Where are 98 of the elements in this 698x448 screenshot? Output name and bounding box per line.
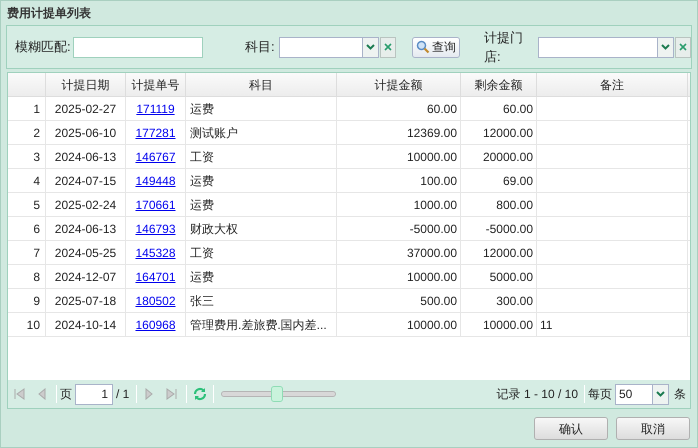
- link[interactable]: 171119: [136, 100, 175, 118]
- refresh-icon[interactable]: [192, 386, 208, 402]
- first-page-icon[interactable]: [12, 387, 26, 401]
- row-number: 10: [26, 316, 40, 334]
- row-number: 1: [33, 100, 40, 118]
- link[interactable]: 146767: [135, 148, 176, 166]
- table-cell-text: 2025-06-10: [54, 124, 116, 142]
- next-page-icon[interactable]: [144, 387, 154, 401]
- table-cell-text: 800.00: [496, 196, 533, 214]
- table-cell-text: 500.00: [420, 292, 457, 310]
- table-cell-text: 10000.00: [406, 148, 457, 166]
- table-cell-text: 10000.00: [406, 316, 457, 334]
- dropdown-field[interactable]: [279, 36, 379, 58]
- table-cell-text: 11: [540, 316, 552, 334]
- table-cell-text: 管理费用.差旅费.国内差...: [190, 316, 327, 334]
- table-cell-text: 300.00: [496, 292, 533, 310]
- link[interactable]: 145328: [135, 244, 176, 262]
- table-cell-text: 测试账户: [190, 124, 238, 142]
- row-number: 9: [33, 292, 40, 310]
- table-cell-text: 1000.00: [414, 196, 457, 214]
- table-cell-text: 运费: [190, 172, 214, 190]
- link[interactable]: 160968: [135, 316, 176, 334]
- table-cell-text: 财政大权: [190, 220, 238, 238]
- link[interactable]: 177281: [135, 124, 176, 142]
- field-label: 计提门店:: [484, 28, 524, 66]
- table-cell-text: 10000.00: [406, 268, 457, 286]
- column-header[interactable]: 剩余金额: [474, 76, 522, 94]
- table-cell-text: 2024-05-25: [54, 244, 116, 262]
- table-cell-text: 100.00: [420, 172, 457, 190]
- table-cell-text: 5000.00: [490, 268, 533, 286]
- link[interactable]: 149448: [135, 172, 176, 190]
- search-icon: [416, 40, 430, 54]
- chevron-down-icon: [656, 391, 665, 397]
- row-number: 6: [33, 220, 40, 238]
- close-icon: [679, 43, 687, 51]
- chevron-down-icon: [366, 44, 375, 50]
- table-cell-text: 2024-06-13: [54, 148, 116, 166]
- table-cell-text: 工资: [190, 244, 214, 262]
- table-cell-text: 2025-02-27: [54, 100, 116, 118]
- table-cell-text: 运费: [190, 196, 214, 214]
- table-cell-text: 2024-10-14: [54, 316, 116, 334]
- search-button[interactable]: 查询: [412, 36, 460, 58]
- column-header[interactable]: 计提金额: [374, 76, 422, 94]
- field-label: 科目:: [245, 38, 276, 56]
- table-cell-text: 60.00: [426, 100, 457, 118]
- table-cell-text: 运费: [190, 268, 214, 286]
- row-number: 5: [33, 196, 40, 214]
- table-cell-text: 工资: [190, 148, 214, 166]
- table-cell-text: 37000.00: [406, 244, 457, 262]
- table-cell-text: 69.00: [502, 172, 533, 190]
- page-input[interactable]: 1: [75, 384, 113, 404]
- dropdown-field[interactable]: [538, 36, 674, 58]
- chevron-down-icon: [661, 44, 670, 50]
- column-header[interactable]: 备注: [600, 76, 624, 94]
- total-pages: / 1: [116, 386, 130, 403]
- column-header[interactable]: 计提单号: [132, 76, 180, 94]
- table-cell-text: 2024-07-15: [54, 172, 116, 190]
- row-number: 8: [33, 268, 40, 286]
- per-page-label: 每页: [588, 386, 612, 403]
- field-label: 模糊匹配:: [15, 38, 72, 56]
- per-page-unit: 条: [674, 386, 686, 403]
- table-cell-text: 12369.00: [406, 124, 457, 142]
- table-cell-text: -5000.00: [410, 220, 457, 238]
- table-cell-text: 12000.00: [482, 244, 533, 262]
- slider-thumb[interactable]: [270, 386, 283, 402]
- link[interactable]: 180502: [135, 292, 176, 310]
- table-cell-text: 20000.00: [482, 148, 533, 166]
- table-cell-text: 10000.00: [482, 316, 533, 334]
- page-label: 页: [60, 386, 72, 403]
- record-count: 记录 1 - 10 / 10: [496, 386, 578, 403]
- table-cell-text: 2024-12-07: [54, 268, 116, 286]
- row-number: 2: [33, 124, 40, 142]
- clear-button[interactable]: [380, 36, 396, 58]
- table-cell-text: 2025-07-18: [54, 292, 116, 310]
- link[interactable]: 170661: [135, 196, 176, 214]
- row-number: 7: [33, 244, 40, 262]
- cancel-button[interactable]: 取消: [616, 417, 690, 440]
- table-cell-text: 60.00: [502, 100, 533, 118]
- window-title: 费用计提单列表: [7, 5, 91, 22]
- clear-button[interactable]: [675, 36, 691, 58]
- table-cell-text: -5000.00: [486, 220, 533, 238]
- column-header[interactable]: 计提日期: [62, 76, 110, 94]
- confirm-button[interactable]: 确认: [534, 417, 608, 440]
- link[interactable]: 164701: [135, 268, 176, 286]
- link[interactable]: 146793: [135, 220, 176, 238]
- table-cell-text: 张三: [190, 292, 214, 310]
- close-icon: [384, 43, 392, 51]
- input-field[interactable]: [73, 36, 203, 58]
- last-page-icon[interactable]: [165, 387, 180, 401]
- row-number: 4: [33, 172, 40, 190]
- table-cell-text: 12000.00: [482, 124, 533, 142]
- previous-page-icon[interactable]: [37, 387, 47, 401]
- table-cell-text: 2024-06-13: [54, 220, 116, 238]
- table-cell-text: 运费: [190, 100, 214, 118]
- page-size-dropdown[interactable]: 50: [615, 384, 669, 404]
- table-cell-text: 2025-02-24: [54, 196, 116, 214]
- row-number: 3: [33, 148, 40, 166]
- column-header[interactable]: 科目: [249, 76, 273, 94]
